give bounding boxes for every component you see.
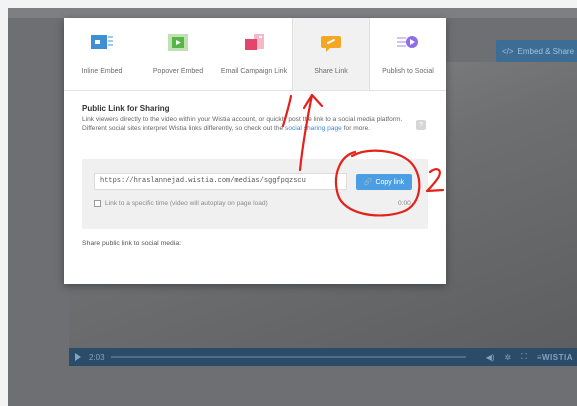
code-icon: </>	[501, 46, 514, 56]
tab-inline-embed[interactable]: Inline Embed	[64, 18, 140, 90]
public-link-section: Public Link for Sharing Link viewers dir…	[82, 104, 428, 133]
tab-popover-embed[interactable]: Popover Embed	[140, 18, 216, 90]
embed-tabs: Inline Embed Popover Embed Email Campaig…	[64, 18, 446, 91]
tab-publish-to-social[interactable]: Publish to Social	[370, 18, 446, 90]
app-top-bar	[8, 8, 577, 18]
share-link-icon	[319, 32, 343, 54]
tab-label: Share Link	[314, 68, 348, 75]
social-sharing-link[interactable]: social sharing page	[285, 125, 342, 132]
wistia-logo[interactable]: ≡WISTIA	[537, 353, 573, 362]
embed-share-button[interactable]: </> Embed & Share	[496, 40, 577, 62]
video-scrubber[interactable]	[110, 356, 466, 358]
video-time: 2:03	[89, 352, 105, 362]
specific-time-checkbox[interactable]	[94, 200, 101, 207]
tab-email-campaign-link[interactable]: Email Campaign Link	[216, 18, 292, 90]
inline-embed-icon	[90, 32, 114, 54]
video-control-bar: 2:03 ◀) ✲ ⛶ ≡WISTIA	[69, 348, 577, 366]
tab-share-link[interactable]: Share Link	[292, 18, 370, 90]
share-url-field[interactable]: https://hraslannejad.wistia.com/medias/s…	[94, 173, 347, 190]
fullscreen-icon[interactable]: ⛶	[521, 352, 527, 362]
help-icon[interactable]: ?	[416, 120, 426, 130]
section-title: Public Link for Sharing	[82, 104, 170, 113]
publish-social-icon	[396, 32, 420, 54]
embed-share-label: Embed & Share	[517, 46, 575, 56]
section-description: Link viewers directly to the video withi…	[82, 116, 403, 132]
tab-label: Publish to Social	[382, 68, 434, 75]
specific-time-option: Link to a specific time (video will auto…	[94, 200, 268, 207]
link-icon: 🔗	[363, 179, 373, 186]
tab-label: Inline Embed	[81, 68, 123, 75]
tab-label: Email Campaign Link	[220, 68, 288, 75]
popover-embed-icon	[166, 32, 190, 54]
email-campaign-icon	[242, 32, 266, 54]
embed-share-modal: Inline Embed Popover Embed Email Campaig…	[64, 18, 446, 284]
play-icon[interactable]	[75, 353, 81, 361]
social-media-label: Share public link to social media:	[82, 240, 181, 247]
specific-time-label: Link to a specific time (video will auto…	[105, 200, 268, 207]
specific-time-value[interactable]: 0:00	[398, 200, 411, 207]
share-link-box: https://hraslannejad.wistia.com/medias/s…	[82, 159, 428, 229]
tab-label: Popover Embed	[152, 68, 204, 75]
settings-gear-icon[interactable]: ✲	[505, 353, 512, 362]
copy-link-button[interactable]: 🔗 Copy link	[356, 174, 412, 190]
copy-link-label: Copy link	[375, 178, 405, 186]
volume-icon[interactable]: ◀)	[486, 353, 495, 362]
